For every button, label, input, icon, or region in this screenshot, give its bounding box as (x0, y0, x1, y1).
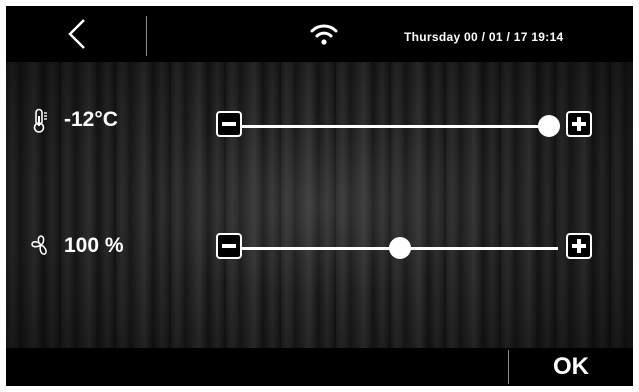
plus-icon (577, 117, 581, 131)
fan-value: 100 % (64, 234, 124, 257)
fan-increase-button[interactable] (566, 233, 592, 259)
top-bar: Thursday 00 / 01 / 17 19:14 (6, 6, 633, 62)
temperature-slider-track[interactable] (242, 125, 558, 128)
fan-icon (31, 235, 47, 255)
minus-icon (222, 244, 236, 248)
back-button[interactable] (6, 6, 146, 62)
fan-row: 100 % (6, 214, 633, 274)
plus-icon (577, 239, 581, 253)
top-divider (146, 16, 147, 56)
bottom-bar: OK (6, 348, 633, 386)
screen: Thursday 00 / 01 / 17 19:14 -12°C 100 % … (6, 6, 633, 386)
temperature-row: -12°C (6, 92, 633, 152)
thermometer-icon (33, 108, 47, 133)
chevron-left-icon (68, 19, 85, 49)
fan-slider-knob[interactable] (389, 237, 411, 259)
wifi-icon (310, 24, 338, 45)
temperature-value: -12°C (64, 108, 118, 131)
fan-decrease-button[interactable] (216, 233, 242, 259)
date-time: Thursday 00 / 01 / 17 19:14 (404, 30, 564, 44)
minus-icon (222, 122, 236, 126)
ok-button[interactable]: OK (509, 348, 633, 386)
temperature-decrease-button[interactable] (216, 111, 242, 137)
temperature-slider-knob[interactable] (537, 115, 560, 137)
temperature-increase-button[interactable] (566, 111, 592, 137)
